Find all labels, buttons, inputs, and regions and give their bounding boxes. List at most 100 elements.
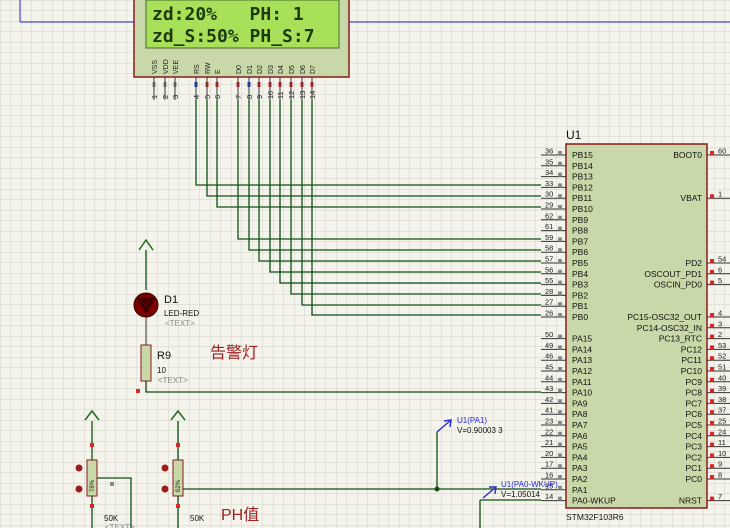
mcu-left-pin-marker [558, 313, 562, 317]
mcu-left-pin-number: 61 [545, 222, 553, 231]
lcd-pin-number: 2 [161, 95, 170, 99]
mcu-left-pin-name: PB15 [572, 150, 593, 160]
mcu-right-pin-number: 8 [718, 471, 722, 480]
led-text: <TEXT> [165, 319, 195, 328]
mcu-left-pin-number: 14 [545, 492, 553, 501]
lcd-pin-number: 4 [192, 95, 201, 99]
pot-percent: 78% [90, 479, 96, 492]
resistor-body[interactable] [140, 344, 152, 382]
mcu-right-pin-name: PC14-OSC32_IN [637, 323, 702, 333]
mcu-right-pin-name: BOOT0 [673, 150, 702, 160]
mcu-right-pin-name: PC7 [685, 398, 702, 408]
mcu-left-pin-marker [558, 205, 562, 209]
mcu-left-pin-number: 43 [545, 384, 553, 393]
mcu-left-pin-name: PB2 [572, 290, 588, 300]
mcu-left-pin-name: PB13 [572, 172, 593, 182]
mcu-left-pin-number: 49 [545, 341, 553, 350]
pot-value: 50K [190, 514, 205, 523]
mcu-left-pin-number: 50 [545, 330, 553, 339]
mcu-right-pin-number: 52 [718, 352, 726, 361]
mcu-right-pin-number: 2 [718, 330, 722, 339]
mcu-right-pin-marker [710, 377, 714, 382]
mcu-right-pin-name: PC8 [685, 388, 702, 398]
mcu-right-pin-name: PC13_RTC [659, 334, 702, 344]
mcu-right-pin-number: 39 [718, 384, 726, 393]
mcu-left-pin-name: PA11 [572, 377, 592, 387]
mcu-right-pin-name: VBAT [680, 193, 702, 203]
pot-pin [176, 443, 180, 447]
probe2-name: U1(PA0-WKUP) [501, 480, 558, 489]
mcu-left-pin-number: 33 [545, 179, 553, 188]
mcu-chip[interactable]: U1STM32F103R636 PB1535 PB1434 PB1333 PB1230 P… [541, 128, 730, 522]
mcu-left-pin-name: PA8 [572, 409, 588, 419]
mcu-left-pin-number: 36 [545, 147, 553, 156]
mcu-left-pin-name: PB11 [572, 193, 592, 203]
mcu-left-pin-marker [558, 269, 562, 274]
mcu-left-pin-marker [558, 226, 562, 231]
mcu-right-pin-number: 25 [718, 417, 726, 426]
mcu-left-pin-number: 46 [545, 352, 553, 361]
mcu-left-pin-name: PA14 [572, 344, 592, 354]
schematic-canvas[interactable]: zd:20% PH: 1zd_S:50% PH_S:7 VSS 1 VDD 2 VEE 3 R… [0, 0, 730, 528]
mcu-right-pin-name: PC10 [681, 366, 703, 376]
mcu-right-pin-name: PC9 [685, 377, 702, 387]
mcu-right-pin-name: PC11 [681, 355, 702, 365]
lcd-pin-name: D0 [236, 65, 243, 74]
mcu-right-pin-number: 5 [718, 276, 722, 285]
mcu-left-pin-marker [558, 151, 562, 155]
mcu-right-pin-marker [710, 356, 714, 361]
mcu-left-pin-marker [558, 248, 562, 253]
mcu-right-pin-name: PC2 [685, 452, 702, 462]
mcu-right-pin-marker [710, 399, 714, 404]
mcu-right-pin-marker [710, 388, 714, 393]
mcu-left-pin-number: 20 [545, 449, 553, 458]
mcu-left-pin-number: 17 [545, 460, 553, 469]
mcu-part-number: STM32F103R6 [566, 512, 624, 522]
pot-terminal-icon[interactable] [161, 485, 169, 493]
mcu-left-pin-number: 34 [545, 168, 553, 177]
pot-terminal-icon[interactable] [75, 485, 83, 493]
lcd-pin-name: D2 [257, 65, 264, 74]
mcu-left-pin-number: 28 [545, 287, 553, 296]
mcu-left-pin-number: 16 [545, 471, 553, 480]
mcu-left-pin-marker [558, 377, 562, 382]
pot-value: 50K [104, 514, 119, 523]
mcu-left-pin-marker [558, 280, 562, 285]
lcd-pin-name: D4 [278, 65, 285, 74]
lcd-pin-name: RS [194, 64, 201, 74]
lcd-line-1: zd:20% PH: 1 [152, 4, 304, 25]
mcu-left-pin-number: 27 [545, 298, 553, 307]
mcu-left-pin-name: PA10 [572, 388, 592, 398]
mcu-left-pin-name: PB9 [572, 215, 588, 225]
mcu-left-pin-name: PB8 [572, 226, 588, 236]
mcu-left-pin-name: PB4 [572, 269, 588, 279]
mcu-left-pin-name: PA12 [572, 366, 592, 376]
mcu-left-pin-marker [558, 334, 562, 339]
mcu-left-pin-name: PA6 [572, 431, 588, 441]
mcu-left-pin-number: 30 [545, 190, 553, 199]
lcd-pin-name: VEE [173, 60, 180, 74]
mcu-left-pin-number: 26 [545, 309, 553, 318]
lcd-pin-name: D1 [247, 65, 254, 74]
mcu-left-pin-marker [558, 237, 562, 242]
mcu-right-pin-name: NRST [679, 496, 702, 506]
mcu-right-pin-marker [710, 475, 714, 479]
pot-pin [110, 482, 114, 486]
pot-terminal-icon[interactable] [161, 464, 169, 472]
mcu-left-pin-marker [558, 302, 562, 307]
mcu-left-pin-number: 42 [545, 395, 553, 404]
mcu-left-pin-name: PB3 [572, 280, 588, 290]
pot-terminal-icon[interactable] [75, 464, 83, 472]
lcd-pin-number: 1 [150, 95, 159, 99]
mcu-left-pin-number: 23 [545, 417, 553, 426]
mcu-right-pin-marker [710, 442, 714, 447]
mcu-right-pin-marker [710, 194, 714, 199]
mcu-right-pin-marker [710, 280, 714, 285]
mcu-left-pin-marker [558, 172, 562, 177]
mcu-left-pin-number: 56 [545, 265, 553, 274]
resistor-text: <TEXT> [158, 376, 188, 385]
probe2-value: V=1.05014 [501, 490, 540, 499]
mcu-right-pin-marker [710, 259, 714, 263]
mcu-left-pin-number: 57 [545, 255, 553, 264]
mcu-left-pin-name: PA5 [572, 442, 588, 452]
